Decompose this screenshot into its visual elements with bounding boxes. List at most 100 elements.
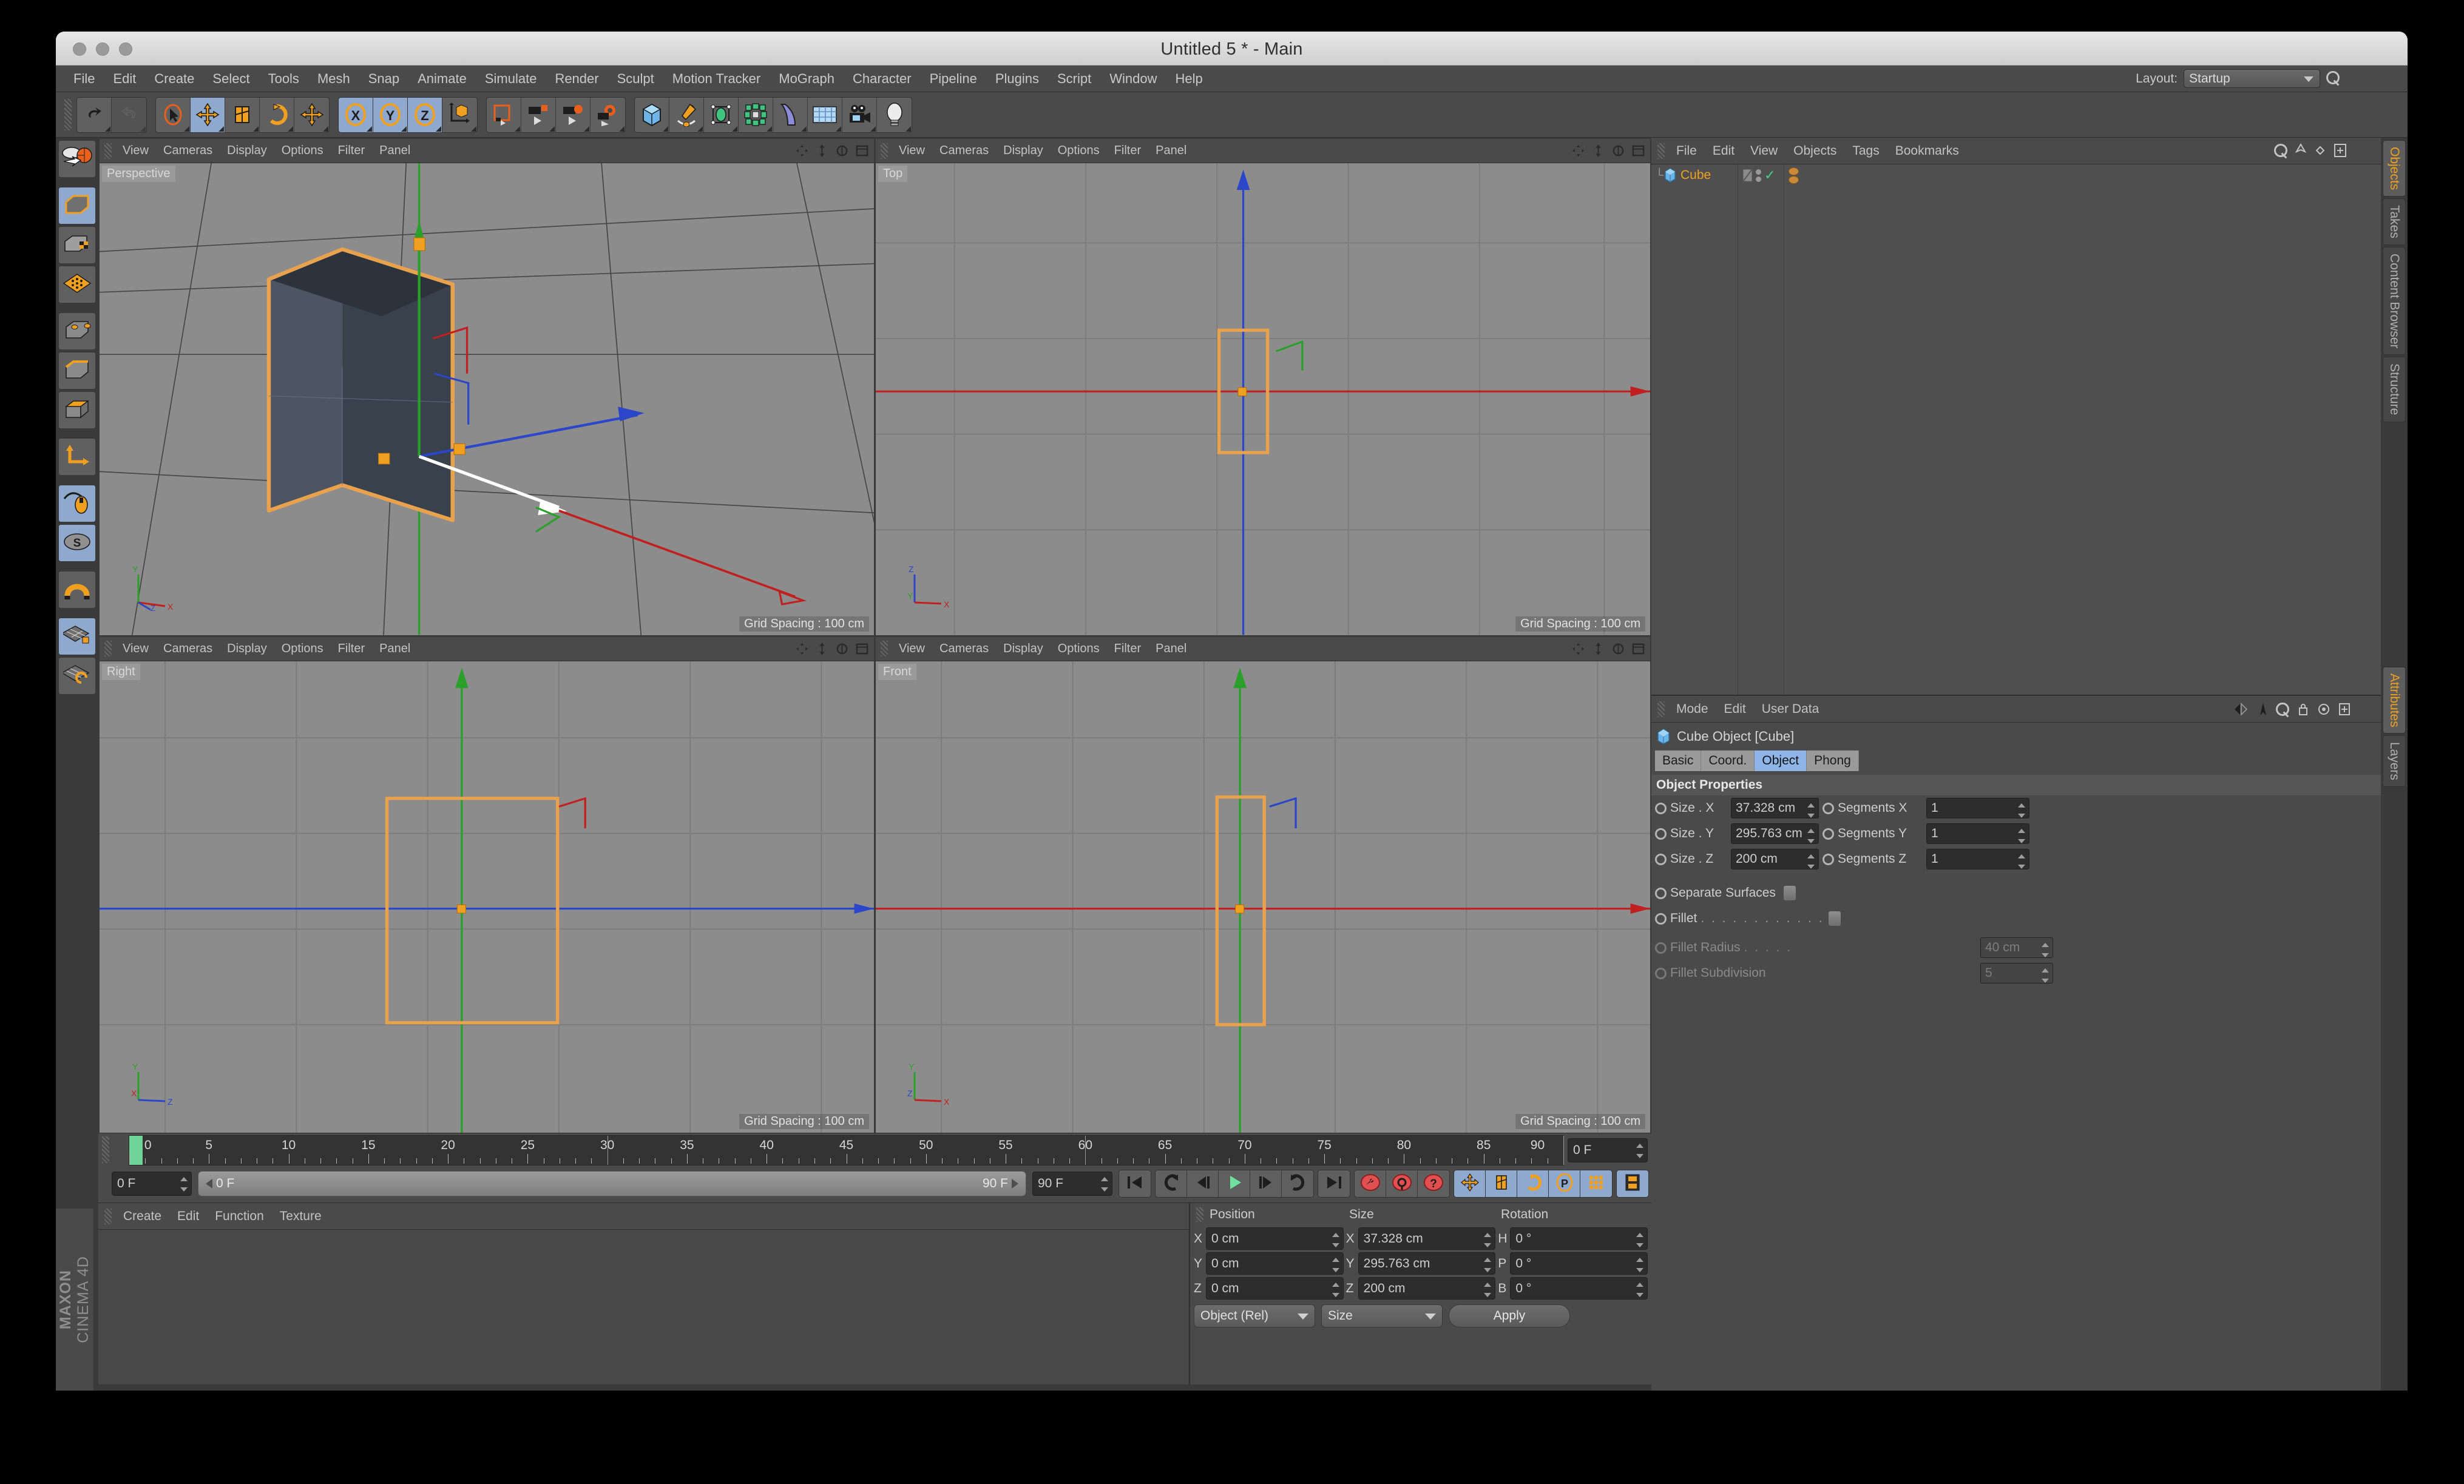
stepper-icon[interactable] (1636, 1233, 1643, 1247)
stepper-icon[interactable] (1332, 1233, 1339, 1247)
range-end-arrow-icon[interactable] (1012, 1179, 1018, 1189)
attr-tab-coord[interactable]: Coord. (1701, 750, 1755, 771)
flyout-corner-icon[interactable] (288, 126, 293, 132)
toolbar-move-alt-button[interactable] (294, 98, 329, 132)
sizex-input[interactable]: 37.328 cm (1731, 798, 1819, 818)
toolbar-cube-primitive-button[interactable] (635, 98, 669, 132)
target-icon[interactable] (2317, 703, 2330, 716)
flyout-corner-icon[interactable] (663, 126, 668, 132)
stepper-icon[interactable] (1807, 829, 1815, 843)
vp-menu-panel[interactable]: Panel (372, 144, 418, 158)
toolbar-scale-button[interactable] (225, 98, 260, 132)
separatesurfaces-checkbox[interactable] (1783, 885, 1796, 901)
menu-mesh[interactable]: Mesh (308, 66, 359, 92)
left-tool-undo-view[interactable] (58, 140, 96, 178)
sizez-input[interactable]: 200 cm (1731, 849, 1819, 869)
viewport-perspective-canvas[interactable]: Perspective Y X Z Grid Spacing : 100 cm (100, 163, 874, 635)
add-layer-icon[interactable] (2334, 143, 2347, 158)
add-icon[interactable] (2338, 703, 2351, 716)
position-y-input[interactable]: 0 cm (1206, 1252, 1344, 1275)
rotation-p-input[interactable]: 0 ° (1510, 1252, 1648, 1275)
viewport-grip[interactable] (104, 143, 112, 159)
segments-bullet-icon[interactable] (1823, 854, 1834, 865)
vp-menu-options[interactable]: Options (274, 144, 331, 158)
stepper-icon[interactable] (1636, 1283, 1643, 1297)
apply-button[interactable]: Apply (1449, 1304, 1570, 1327)
flyout-corner-icon[interactable] (218, 126, 224, 132)
viewport-front[interactable]: View Cameras Display Options Filter Pane… (876, 637, 1650, 1133)
object-tree[interactable]: └ Cube (1651, 164, 2381, 695)
side-tab-layers[interactable]: Layers (2383, 735, 2406, 787)
attr-menu-user-data[interactable]: User Data (1754, 702, 1827, 717)
pan-icon[interactable] (1571, 642, 1585, 656)
left-tool-axis-modify[interactable] (58, 438, 96, 476)
stepper-icon[interactable] (2018, 803, 2025, 818)
menu-simulate[interactable]: Simulate (476, 66, 546, 92)
dolly-icon[interactable] (815, 144, 829, 158)
toolbar-array-button[interactable] (739, 98, 773, 132)
toolbar-undo-button[interactable] (77, 98, 112, 132)
viewport-front-canvas[interactable]: Front Y X Z Grid Spacing : 100 cm (876, 661, 1650, 1133)
search-icon[interactable] (2274, 144, 2287, 157)
diamond-icon[interactable] (2314, 144, 2326, 157)
material-list[interactable] (98, 1230, 1189, 1385)
vp-menu-display[interactable]: Display (996, 642, 1051, 656)
segmentsy-input[interactable]: 1 (1926, 823, 2029, 844)
menu-tools[interactable]: Tools (259, 66, 308, 92)
toolbar-axis-x-button[interactable]: X (339, 98, 373, 132)
objects-menu-edit[interactable]: Edit (1705, 144, 1742, 158)
menu-character[interactable]: Character (844, 66, 921, 92)
transport-step-forward[interactable] (1250, 1170, 1282, 1197)
pan-icon[interactable] (795, 144, 809, 158)
property-bullet-icon[interactable] (1655, 888, 1667, 899)
menu-snap[interactable]: Snap (359, 66, 408, 92)
left-tool-model-mode[interactable] (58, 187, 96, 224)
toolbar-deformer-button[interactable] (773, 98, 808, 132)
phong-tag-icon[interactable] (1789, 167, 1799, 175)
segmentsx-input[interactable]: 1 (1926, 798, 2029, 818)
rotate-view-icon[interactable] (835, 642, 849, 656)
material-menu-function[interactable]: Function (207, 1209, 272, 1224)
left-tool-points-mode[interactable] (58, 312, 96, 350)
maximize-viewport-icon[interactable] (855, 144, 869, 158)
maximize-viewport-icon[interactable] (1631, 642, 1645, 656)
viewport-right[interactable]: View Cameras Display Options Filter Pane… (100, 637, 874, 1133)
position-x-input[interactable]: 0 cm (1206, 1227, 1344, 1250)
menu-animate[interactable]: Animate (408, 66, 476, 92)
timeline-ruler[interactable]: 051015202530354045505560657075808590 (129, 1135, 1564, 1165)
visibility-editor-dot[interactable] (1756, 169, 1761, 175)
menu-script[interactable]: Script (1048, 66, 1100, 92)
maximize-viewport-icon[interactable] (1631, 144, 1645, 158)
segments-bullet-icon[interactable] (1823, 803, 1834, 814)
vp-menu-view[interactable]: View (115, 642, 156, 656)
menu-select[interactable]: Select (203, 66, 259, 92)
viewport-top[interactable]: View Cameras Display Options Filter Pane… (876, 139, 1650, 635)
search-icon[interactable] (2276, 703, 2289, 716)
stepper-icon[interactable] (2018, 854, 2025, 869)
objects-menu-view[interactable]: View (1742, 144, 1785, 158)
pan-icon[interactable] (795, 642, 809, 656)
vp-menu-filter[interactable]: Filter (1107, 144, 1148, 158)
stepper-icon[interactable] (1807, 854, 1815, 869)
flyout-corner-icon[interactable] (323, 126, 328, 132)
flyout-corner-icon[interactable] (801, 126, 807, 132)
panel-grip[interactable] (1196, 1207, 1203, 1222)
transport-go-to-start[interactable] (1119, 1170, 1151, 1197)
flyout-corner-icon[interactable] (515, 126, 520, 132)
vp-menu-cameras[interactable]: Cameras (156, 642, 220, 656)
vp-menu-options[interactable]: Options (1051, 642, 1107, 656)
toolbar-light-button[interactable] (877, 98, 912, 132)
left-tool-lock-workplane[interactable] (58, 618, 96, 655)
stepper-icon[interactable] (1484, 1258, 1491, 1272)
flyout-corner-icon[interactable] (471, 126, 476, 132)
attr-menu-edit[interactable]: Edit (1716, 702, 1754, 717)
viewport-grip[interactable] (881, 143, 888, 159)
viewport-perspective[interactable]: View Cameras Display Options Filter Pane… (100, 139, 874, 635)
flyout-corner-icon[interactable] (253, 126, 259, 132)
vp-menu-cameras[interactable]: Cameras (932, 642, 996, 656)
toolbar-axis-y-button[interactable]: Y (373, 98, 408, 132)
timeline-frame-field[interactable]: 0 F (1568, 1138, 1648, 1162)
menu-file[interactable]: File (64, 66, 104, 92)
vp-menu-options[interactable]: Options (1051, 144, 1107, 158)
maximize-viewport-icon[interactable] (855, 642, 869, 656)
